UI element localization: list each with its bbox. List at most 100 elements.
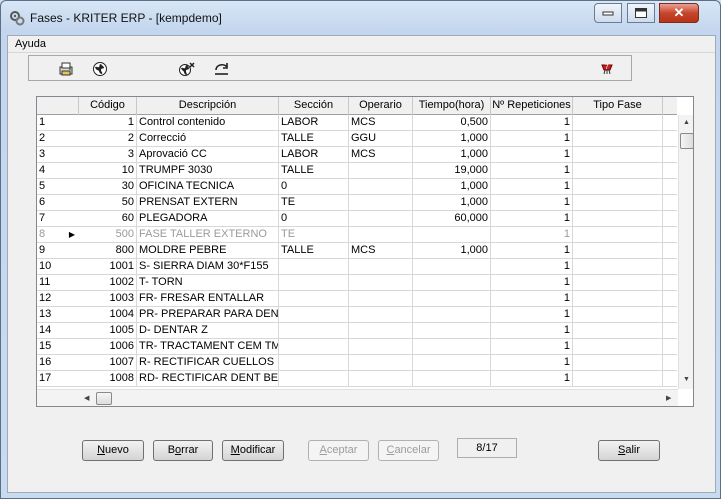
cell-desc[interactable]: OFICINA TECNICA bbox=[137, 179, 279, 195]
cell-n[interactable]: 3 bbox=[37, 147, 65, 163]
cell-n[interactable]: 16 bbox=[37, 355, 65, 371]
cell-tipo[interactable] bbox=[573, 291, 663, 307]
cell-op[interactable] bbox=[349, 211, 413, 227]
table-row[interactable]: 12 1003 FR- FRESAR ENTALLAR 1 bbox=[37, 291, 677, 307]
cell-tipo[interactable] bbox=[573, 211, 663, 227]
cell-n[interactable]: 9 bbox=[37, 243, 65, 259]
cell-time[interactable] bbox=[413, 259, 491, 275]
cell-tipo[interactable] bbox=[573, 355, 663, 371]
cell-tipo[interactable] bbox=[573, 339, 663, 355]
cell-op[interactable] bbox=[349, 179, 413, 195]
cell-desc[interactable]: RD- RECTIFICAR DENT BEF bbox=[137, 371, 279, 387]
cell-code[interactable]: 1006 bbox=[79, 339, 137, 355]
cell-op[interactable] bbox=[349, 339, 413, 355]
cell-rep[interactable]: 1 bbox=[491, 243, 573, 259]
cell-n[interactable]: 11 bbox=[37, 275, 65, 291]
cell-time[interactable] bbox=[413, 355, 491, 371]
table-row[interactable]: 15 1006 TR- TRACTAMENT CEM TM 1 bbox=[37, 339, 677, 355]
cell-code[interactable]: 30 bbox=[79, 179, 137, 195]
cell-code[interactable]: 10 bbox=[79, 163, 137, 179]
cell-desc[interactable]: R- RECTIFICAR CUELLOS bbox=[137, 355, 279, 371]
cell-desc[interactable]: S- SIERRA DIAM 30*F155 bbox=[137, 259, 279, 275]
cell-n[interactable]: 8 bbox=[37, 227, 65, 243]
cell-n[interactable]: 12 bbox=[37, 291, 65, 307]
cell-n[interactable]: 15 bbox=[37, 339, 65, 355]
cell-tipo[interactable] bbox=[573, 163, 663, 179]
cell-tipo[interactable] bbox=[573, 227, 663, 243]
cell-sec[interactable] bbox=[279, 307, 349, 323]
cell-time[interactable] bbox=[413, 307, 491, 323]
table-row[interactable]: 14 1005 D- DENTAR Z 1 bbox=[37, 323, 677, 339]
cell-time[interactable] bbox=[413, 291, 491, 307]
cell-tipo[interactable] bbox=[573, 115, 663, 131]
cell-sec[interactable] bbox=[279, 355, 349, 371]
cell-op[interactable] bbox=[349, 323, 413, 339]
cell-op[interactable]: GGU bbox=[349, 131, 413, 147]
borrar-button[interactable]: Borrar bbox=[153, 440, 213, 461]
cell-op[interactable] bbox=[349, 275, 413, 291]
table-row[interactable]: 7 60 PLEGADORA 0 60,000 1 bbox=[37, 211, 677, 227]
cell-sec[interactable]: TALLE bbox=[279, 163, 349, 179]
cell-time[interactable]: 60,000 bbox=[413, 211, 491, 227]
cell-time[interactable] bbox=[413, 227, 491, 243]
cell-desc[interactable]: PR- PREPARAR PARA DENT bbox=[137, 307, 279, 323]
cell-tipo[interactable] bbox=[573, 371, 663, 387]
table-row[interactable]: 1 1 Control contenido LABOR MCS 0,500 1 bbox=[37, 115, 677, 131]
cell-rep[interactable]: 1 bbox=[491, 115, 573, 131]
table-row[interactable]: 4 10 TRUMPF 3030 TALLE 19,000 1 bbox=[37, 163, 677, 179]
cell-sec[interactable]: LABOR bbox=[279, 147, 349, 163]
cell-n[interactable]: 10 bbox=[37, 259, 65, 275]
cell-code[interactable]: 1002 bbox=[79, 275, 137, 291]
cell-n[interactable]: 2 bbox=[37, 131, 65, 147]
cell-op[interactable]: MCS bbox=[349, 243, 413, 259]
table-row[interactable]: 11 1002 T- TORN 1 bbox=[37, 275, 677, 291]
maximize-button[interactable] bbox=[627, 3, 655, 23]
cell-n[interactable]: 6 bbox=[37, 195, 65, 211]
cell-n[interactable]: 4 bbox=[37, 163, 65, 179]
modificar-button[interactable]: Modificar bbox=[222, 440, 284, 461]
table-row[interactable]: 3 3 Aprovació CC LABOR MCS 1,000 1 bbox=[37, 147, 677, 163]
cell-desc[interactable]: PRENSAT EXTERN bbox=[137, 195, 279, 211]
cell-desc[interactable]: MOLDRE PEBRE bbox=[137, 243, 279, 259]
cell-code[interactable]: 1004 bbox=[79, 307, 137, 323]
table-row[interactable]: 6 50 PRENSAT EXTERN TE 1,000 1 bbox=[37, 195, 677, 211]
cell-op[interactable] bbox=[349, 163, 413, 179]
cell-sec[interactable]: 0 bbox=[279, 211, 349, 227]
cell-rep[interactable]: 1 bbox=[491, 355, 573, 371]
cell-desc[interactable]: Aprovació CC bbox=[137, 147, 279, 163]
cell-rep[interactable]: 1 bbox=[491, 147, 573, 163]
cell-op[interactable] bbox=[349, 291, 413, 307]
cell-op[interactable] bbox=[349, 259, 413, 275]
cell-sec[interactable] bbox=[279, 323, 349, 339]
table-row[interactable]: 16 1007 R- RECTIFICAR CUELLOS 1 bbox=[37, 355, 677, 371]
cell-tipo[interactable] bbox=[573, 131, 663, 147]
vertical-scrollbar[interactable]: ▲ ▼ bbox=[678, 115, 693, 389]
cell-tipo[interactable] bbox=[573, 323, 663, 339]
table-row[interactable]: 17 1008 RD- RECTIFICAR DENT BEF 1 bbox=[37, 371, 677, 387]
cell-desc[interactable]: D- DENTAR Z bbox=[137, 323, 279, 339]
app-icon[interactable] bbox=[9, 10, 25, 26]
salir-button[interactable]: Salir bbox=[598, 440, 660, 461]
cell-rep[interactable]: 1 bbox=[491, 195, 573, 211]
cell-n[interactable]: 17 bbox=[37, 371, 65, 387]
cell-tipo[interactable] bbox=[573, 275, 663, 291]
cell-sec[interactable] bbox=[279, 275, 349, 291]
table-row[interactable]: 10 1001 S- SIERRA DIAM 30*F155 1 bbox=[37, 259, 677, 275]
cell-code[interactable]: 2 bbox=[79, 131, 137, 147]
cell-code[interactable]: 3 bbox=[79, 147, 137, 163]
cell-sec[interactable]: 0 bbox=[279, 179, 349, 195]
cell-tipo[interactable] bbox=[573, 307, 663, 323]
cell-desc[interactable]: FASE TALLER EXTERNO bbox=[137, 227, 279, 243]
cell-desc[interactable]: Correcció bbox=[137, 131, 279, 147]
cell-code[interactable]: 1003 bbox=[79, 291, 137, 307]
header-descripcion[interactable]: Descripción bbox=[137, 97, 279, 115]
cell-op[interactable]: MCS bbox=[349, 115, 413, 131]
cell-time[interactable]: 0,500 bbox=[413, 115, 491, 131]
cell-code[interactable]: 1007 bbox=[79, 355, 137, 371]
cell-time[interactable]: 1,000 bbox=[413, 179, 491, 195]
cell-time[interactable] bbox=[413, 323, 491, 339]
scroll-up-icon[interactable]: ▲ bbox=[683, 119, 690, 126]
cell-op[interactable]: MCS bbox=[349, 147, 413, 163]
header-repeticiones[interactable]: Nº Repeticiones bbox=[491, 97, 573, 115]
scroll-down-icon[interactable]: ▼ bbox=[683, 376, 690, 383]
